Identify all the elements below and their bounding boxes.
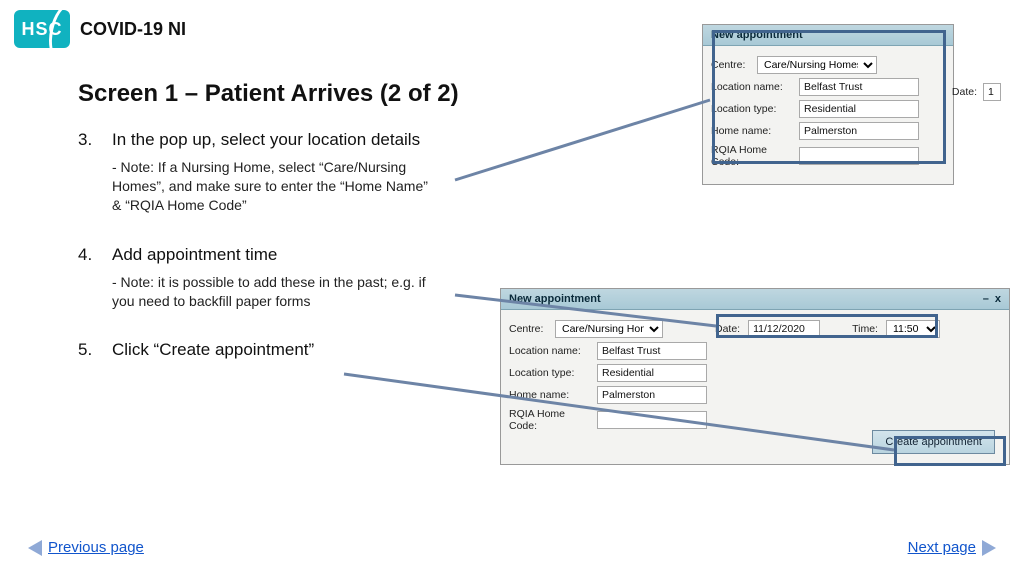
rqia-label: RQIA Home Code:	[509, 408, 591, 432]
arrow-left-icon	[28, 540, 42, 556]
page-title: Screen 1 – Patient Arrives (2 of 2)	[78, 80, 459, 108]
centre-select[interactable]: Care/Nursing Homes	[555, 320, 663, 338]
step-5: 5. Click “Create appointment”	[78, 340, 478, 360]
date-input-fragment[interactable]	[983, 83, 1001, 101]
step-3: 3. In the pop up, select your location d…	[78, 130, 478, 215]
home-name-input[interactable]	[597, 386, 707, 404]
step-number: 4.	[78, 245, 98, 265]
date-label: Date:	[952, 86, 977, 98]
location-type-input[interactable]	[799, 100, 919, 118]
home-name-input[interactable]	[799, 122, 919, 140]
date-label: Date:	[715, 323, 740, 335]
step-text: In the pop up, select your location deta…	[112, 130, 420, 150]
window-titlebar: New appointment	[703, 25, 953, 46]
step-number: 5.	[78, 340, 98, 360]
centre-label: Centre:	[711, 59, 751, 71]
steps-list: 3. In the pop up, select your location d…	[78, 130, 478, 390]
appointment-popup-2: New appointment – x Centre: Care/Nursing…	[500, 288, 1010, 465]
previous-page-link[interactable]: Previous page	[28, 539, 144, 556]
home-name-label: Home name:	[509, 389, 591, 401]
step-note: - Note: it is possible to add these in t…	[112, 273, 432, 311]
window-titlebar: New appointment – x	[501, 289, 1009, 310]
window-title: New appointment	[509, 293, 601, 305]
close-icon[interactable]: x	[995, 293, 1001, 305]
rqia-label: RQIA Home Code:	[711, 144, 793, 168]
location-name-input[interactable]	[799, 78, 919, 96]
home-name-label: Home name:	[711, 125, 793, 137]
centre-select[interactable]: Care/Nursing Homes	[757, 56, 877, 74]
minimize-icon[interactable]: –	[983, 293, 989, 305]
app-title: COVID-19 NI	[80, 19, 186, 40]
create-appointment-button[interactable]: Create appointment	[872, 430, 995, 454]
time-label: Time:	[852, 323, 878, 335]
centre-label: Centre:	[509, 323, 549, 335]
hsc-logo: HSC	[14, 10, 70, 48]
step-text: Click “Create appointment”	[112, 340, 314, 360]
next-page-label: Next page	[908, 539, 976, 556]
next-page-link[interactable]: Next page	[908, 539, 996, 556]
location-type-label: Location type:	[711, 103, 793, 115]
window-title: New appointment	[711, 29, 803, 41]
rqia-input[interactable]	[799, 147, 919, 165]
previous-page-label: Previous page	[48, 539, 144, 556]
step-4: 4. Add appointment time - Note: it is po…	[78, 245, 478, 311]
date-fragment: Date:	[952, 83, 1001, 101]
appointment-popup-1: New appointment Centre: Care/Nursing Hom…	[702, 24, 954, 185]
header: HSC COVID-19 NI	[14, 10, 186, 48]
location-type-label: Location type:	[509, 367, 591, 379]
location-name-input[interactable]	[597, 342, 707, 360]
location-type-input[interactable]	[597, 364, 707, 382]
location-name-label: Location name:	[509, 345, 591, 357]
rqia-input[interactable]	[597, 411, 707, 429]
location-name-label: Location name:	[711, 81, 793, 93]
step-text: Add appointment time	[112, 245, 277, 265]
time-select[interactable]: 11:50	[886, 320, 940, 338]
hsc-logo-text: HSC	[21, 19, 62, 40]
arrow-right-icon	[982, 540, 996, 556]
step-note: - Note: If a Nursing Home, select “Care/…	[112, 158, 432, 215]
step-number: 3.	[78, 130, 98, 150]
date-input[interactable]	[748, 320, 820, 338]
